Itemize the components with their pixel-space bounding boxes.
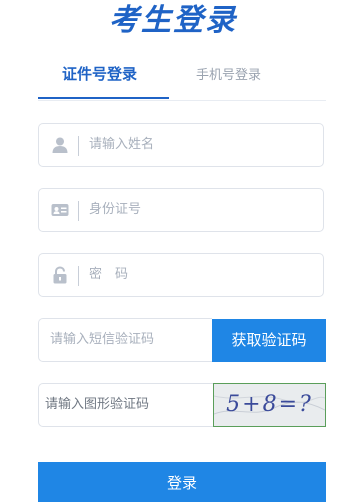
password-field[interactable]: 密 码 — [38, 253, 324, 297]
id-number-field[interactable]: 身份证号 — [38, 188, 324, 232]
get-code-button[interactable]: 获取验证码 — [212, 319, 326, 362]
id-number-placeholder: 身份证号 — [89, 202, 142, 217]
login-button[interactable]: 登录 — [38, 462, 326, 502]
field-separator — [78, 201, 79, 221]
sms-code-placeholder: 请输入短信验证码 — [50, 332, 155, 347]
page-title: 考生登录 — [109, 3, 237, 38]
captcha-row: 请输入图形验证码 5+8=? — [38, 383, 326, 427]
field-separator — [78, 266, 79, 286]
field-separator — [78, 136, 79, 156]
name-field[interactable]: 请输入姓名 — [38, 123, 324, 167]
name-placeholder: 请输入姓名 — [89, 137, 155, 152]
captcha-image[interactable]: 5+8=? — [213, 383, 326, 427]
sms-code-row: 请输入短信验证码 获取验证码 — [38, 318, 326, 362]
user-icon — [51, 136, 69, 154]
password-placeholder: 密 码 — [89, 267, 129, 282]
sms-code-input[interactable]: 请输入短信验证码 — [38, 318, 212, 362]
id-card-icon — [51, 201, 69, 219]
tab-phone-login[interactable]: 手机号登录 — [196, 66, 261, 86]
captcha-image-text: 5+8=? — [226, 392, 313, 417]
captcha-placeholder: 请输入图形验证码 — [45, 397, 150, 412]
captcha-input[interactable]: 请输入图形验证码 — [38, 383, 213, 427]
active-tab-indicator — [38, 97, 169, 99]
lock-icon — [51, 266, 69, 284]
login-tabs: 证件号登录 手机号登录 — [38, 56, 326, 101]
tab-id-login[interactable]: 证件号登录 — [62, 64, 137, 84]
